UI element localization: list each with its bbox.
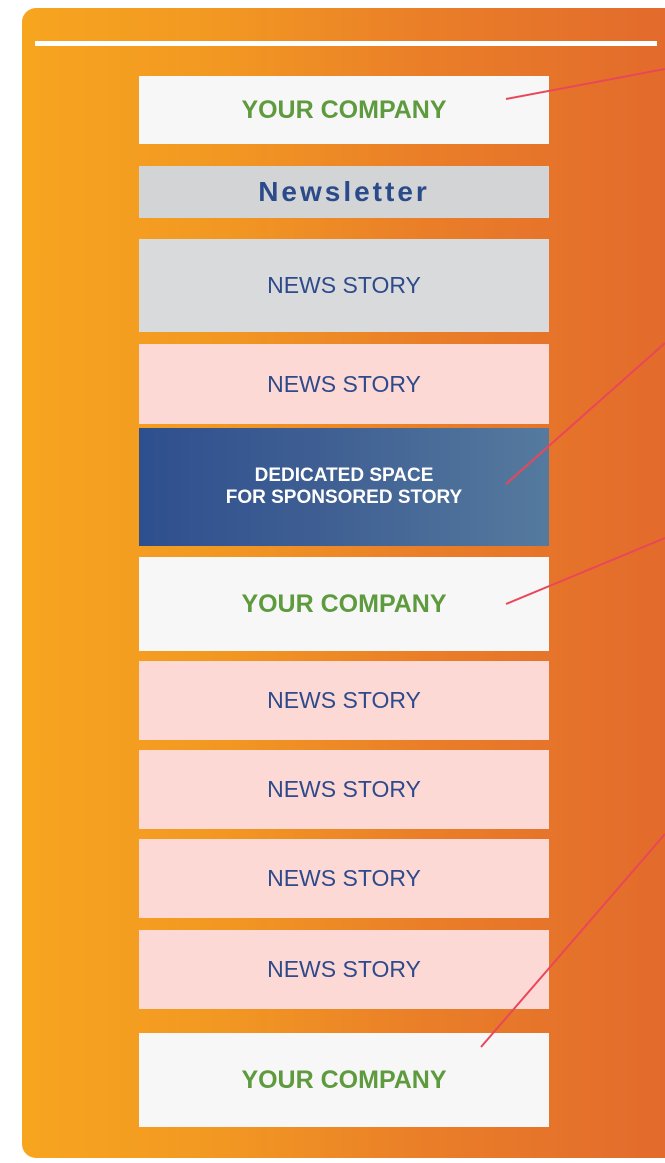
callout-line-company-bottom <box>480 833 665 1048</box>
callout-line-company-middle <box>505 537 665 605</box>
callout-lines <box>480 68 665 1048</box>
callout-line-company-top <box>505 68 665 100</box>
callout-line-sponsored <box>505 342 665 485</box>
